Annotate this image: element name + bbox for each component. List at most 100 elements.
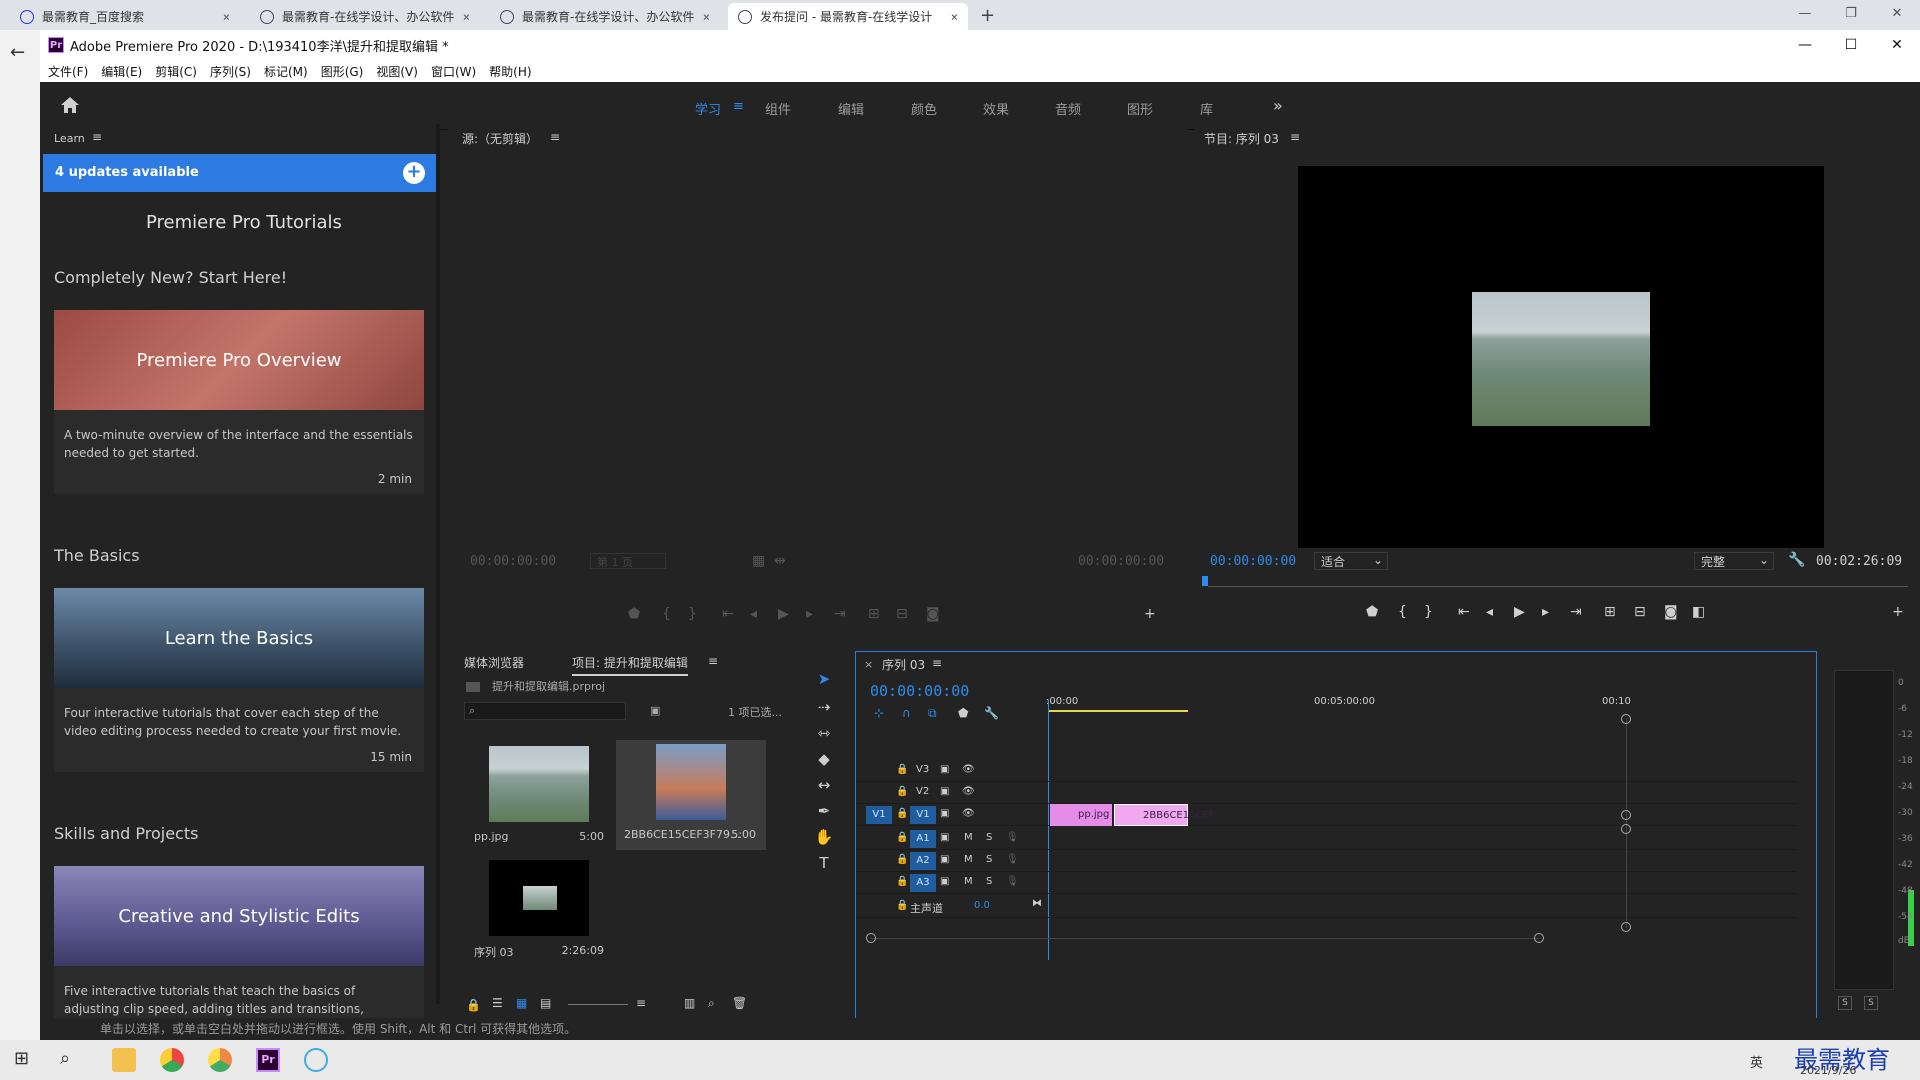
scroll-handle[interactable] xyxy=(1621,714,1631,724)
timeline-settings-icon[interactable]: 🔧 xyxy=(984,706,999,720)
maximize-icon[interactable]: ☐ xyxy=(1828,30,1874,60)
panel-menu-icon[interactable]: ≡ xyxy=(1290,130,1300,144)
tab-close-icon[interactable]: × xyxy=(703,10,710,24)
work-area-bar[interactable] xyxy=(1048,710,1188,712)
tab-project[interactable]: 项目: 提升和提取编辑 xyxy=(572,654,688,676)
scroll-handle[interactable] xyxy=(1621,824,1631,834)
go-to-in-icon[interactable]: ⇤ xyxy=(722,606,734,622)
menu-markers[interactable]: 标记(M) xyxy=(264,63,308,80)
timeline-timecode[interactable]: 00:00:00:00 xyxy=(870,682,969,700)
workspace-color[interactable]: 颜色 xyxy=(911,99,937,118)
lock-icon[interactable]: 🔒 xyxy=(466,998,481,1012)
workspace-libraries[interactable]: 库 xyxy=(1200,99,1213,118)
project-item[interactable]: 序列 03 2:26:09 xyxy=(464,856,614,966)
lift-icon[interactable]: ⊞ xyxy=(1604,604,1616,620)
windows-start-icon[interactable]: ⊞ xyxy=(14,1048,38,1072)
solo-button[interactable]: S xyxy=(986,854,992,865)
menu-clip[interactable]: 剪辑(C) xyxy=(155,63,197,80)
close-tab-icon[interactable]: × xyxy=(864,658,873,671)
workspace-audio[interactable]: 音频 xyxy=(1055,99,1081,118)
sync-lock-icon[interactable]: ▣ xyxy=(940,832,949,843)
ie-icon[interactable] xyxy=(304,1048,328,1072)
quality-select[interactable]: 完整 ⌄ xyxy=(1694,552,1774,570)
tab-close-icon[interactable]: × xyxy=(223,10,230,24)
menu-help[interactable]: 帮助(H) xyxy=(489,63,531,80)
go-to-end-icon[interactable]: ⧓ xyxy=(1032,898,1042,909)
list-view-icon[interactable]: ☰ xyxy=(492,996,503,1010)
compare-icon[interactable]: ◧ xyxy=(1692,604,1705,620)
lock-icon[interactable]: 🔒 xyxy=(896,808,908,819)
snap-icon[interactable]: ∩ xyxy=(902,706,911,720)
ime-indicator[interactable]: 英 xyxy=(1750,1052,1763,1071)
add-button-icon[interactable]: + xyxy=(1892,604,1904,620)
eye-icon[interactable]: 👁 xyxy=(962,764,975,775)
find-icon[interactable]: ⌕ xyxy=(708,996,715,1011)
play-icon[interactable]: ▶ xyxy=(1514,604,1525,620)
go-to-out-icon[interactable]: ⇥ xyxy=(834,606,846,622)
tutorial-card[interactable]: Creative and Stylistic Edits Five intera… xyxy=(54,866,424,1020)
slip-tool-icon[interactable]: ↔ xyxy=(814,776,834,796)
browser-tab-3[interactable]: 最需教育-在线学设计、办公软件 × xyxy=(490,3,720,30)
icon-view-icon[interactable]: ▦ xyxy=(516,996,527,1010)
master-volume[interactable]: 0.0 xyxy=(974,900,990,911)
lock-icon[interactable]: 🔒 xyxy=(896,764,908,775)
tutorial-card[interactable]: Learn the Basics Four interactive tutori… xyxy=(54,588,424,772)
menu-window[interactable]: 窗口(W) xyxy=(431,63,476,80)
export-frame-icon[interactable]: ◙ xyxy=(1664,604,1678,620)
nest-icon[interactable]: ⊹ xyxy=(874,706,884,720)
scroll-handle[interactable] xyxy=(1621,810,1631,820)
project-item-selected[interactable]: 2BB6CE15CEF3F79... 5:00 xyxy=(616,740,766,850)
mark-out-icon[interactable]: } xyxy=(688,606,697,622)
panel-menu-icon[interactable]: ≡ xyxy=(92,130,102,144)
mark-in-icon[interactable]: { xyxy=(1398,604,1407,620)
new-bin-icon[interactable]: ▣ xyxy=(650,704,660,717)
close-window-icon[interactable]: ✕ xyxy=(1874,0,1920,30)
track-target-v1[interactable]: V1 xyxy=(910,806,936,824)
workspace-menu-icon[interactable]: ≡ xyxy=(733,99,744,114)
insert-icon[interactable]: ⊞ xyxy=(868,606,880,622)
project-search-input[interactable]: ⌕ xyxy=(464,702,626,720)
track-select-tool-icon[interactable]: ⇢ xyxy=(814,698,834,718)
mute-button[interactable]: M xyxy=(964,832,973,843)
menu-graphics[interactable]: 图形(G) xyxy=(321,63,364,80)
lock-icon[interactable]: 🔒 xyxy=(896,786,908,797)
go-to-in-icon[interactable]: ⇤ xyxy=(1458,604,1470,620)
marker-icon[interactable]: ⬟ xyxy=(1366,604,1378,620)
source-patch-v1[interactable]: V1 xyxy=(866,806,892,824)
mute-button[interactable]: M xyxy=(964,854,973,865)
wrench-icon[interactable]: 🔧 xyxy=(1788,552,1805,568)
file-explorer-icon[interactable] xyxy=(112,1048,136,1072)
plus-icon[interactable]: + xyxy=(403,162,425,184)
selection-tool-icon[interactable]: ➤ xyxy=(814,670,834,690)
lock-icon[interactable]: 🔒 xyxy=(896,832,908,843)
workspace-graphics[interactable]: 图形 xyxy=(1127,99,1153,118)
workspace-assembly[interactable]: 组件 xyxy=(765,99,791,118)
page-select[interactable]: 第 1 页 xyxy=(590,553,666,569)
premiere-taskbar-icon[interactable]: Pr xyxy=(256,1048,280,1072)
source-insert-icon[interactable]: ⇹ xyxy=(774,553,786,569)
razor-tool-icon[interactable]: ◆ xyxy=(814,750,834,770)
solo-left-button[interactable]: S xyxy=(1838,996,1852,1010)
sync-lock-icon[interactable]: ▣ xyxy=(940,876,949,887)
freeform-view-icon[interactable]: ▤ xyxy=(540,996,551,1010)
mute-button[interactable]: M xyxy=(964,876,973,887)
timeline-clip[interactable]: pp.jpg xyxy=(1050,804,1112,826)
solo-right-button[interactable]: S xyxy=(1864,996,1878,1010)
close-window-icon[interactable]: ✕ xyxy=(1874,30,1920,60)
sync-lock-icon[interactable]: ▣ xyxy=(940,786,949,797)
scroll-handle[interactable] xyxy=(866,933,876,943)
tutorial-card[interactable]: Premiere Pro Overview A two-minute overv… xyxy=(54,310,424,494)
type-tool-icon[interactable]: T xyxy=(814,854,834,874)
hand-tool-icon[interactable]: ✋ xyxy=(814,828,834,848)
extract-icon[interactable]: ⊟ xyxy=(1634,604,1646,620)
solo-button[interactable]: S xyxy=(986,876,992,887)
restore-icon[interactable]: ❐ xyxy=(1828,0,1874,30)
zoom-slider[interactable] xyxy=(568,1004,628,1005)
workspace-editing[interactable]: 编辑 xyxy=(838,99,864,118)
browser-tab-1[interactable]: 最需教育_百度搜索 × xyxy=(10,3,240,30)
mark-out-icon[interactable]: } xyxy=(1424,604,1433,620)
mic-icon[interactable]: 🎙 xyxy=(1006,832,1019,843)
menu-edit[interactable]: 编辑(E) xyxy=(101,63,142,80)
mark-in-icon[interactable]: { xyxy=(662,606,671,622)
trash-icon[interactable]: 🗑 xyxy=(732,996,747,1010)
